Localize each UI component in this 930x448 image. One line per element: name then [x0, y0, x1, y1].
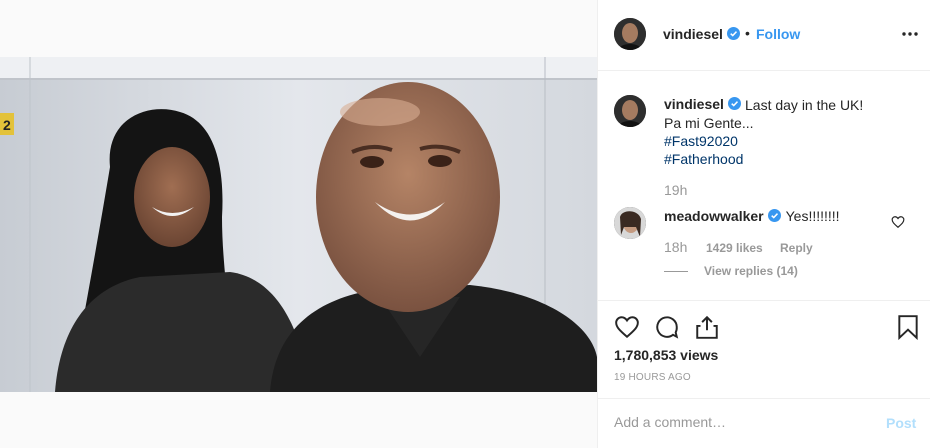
verified-badge-icon: [767, 209, 781, 222]
view-replies-button[interactable]: View replies (14): [704, 264, 798, 278]
commenter-username[interactable]: meadowwalker Yes!!!!!!!!: [664, 208, 840, 224]
comment-bubble-icon[interactable]: [654, 314, 680, 340]
follow-button[interactable]: Follow: [756, 26, 800, 42]
caption-line-2: Pa mi Gente...: [664, 115, 754, 131]
action-bar: 1,780,853 views 19 HOURS AGO: [598, 300, 930, 398]
comment-composer: Post: [598, 398, 930, 448]
caption-line-1: Last day in the UK!: [745, 97, 864, 113]
post-sidebar: vindiesel • Follow vindiesel Last day in…: [597, 0, 930, 448]
commenter-avatar[interactable]: [614, 207, 646, 239]
hashtag-fatherhood[interactable]: #Fatherhood: [664, 150, 743, 168]
caption-username-text[interactable]: vindiesel: [664, 96, 724, 112]
share-icon[interactable]: [694, 314, 720, 340]
media-area: 2: [0, 0, 597, 448]
post-age[interactable]: 19 HOURS AGO: [614, 372, 691, 383]
reply-button[interactable]: Reply: [780, 241, 813, 255]
verified-badge-icon: [726, 27, 740, 40]
replies-divider-line: [664, 271, 688, 272]
author-avatar-image: [614, 18, 646, 50]
post-header: vindiesel • Follow: [598, 0, 930, 71]
author-avatar[interactable]: [614, 18, 646, 50]
commenter-avatar-image: [614, 207, 646, 239]
post-video[interactable]: 2: [0, 57, 597, 392]
caption-timestamp[interactable]: 19h: [664, 182, 687, 198]
more-options-icon[interactable]: [900, 24, 920, 44]
background-sign-label: 2: [3, 117, 11, 133]
heart-icon[interactable]: [614, 314, 640, 340]
hashtag-fast92020[interactable]: #Fast92020: [664, 132, 738, 150]
commenter-username-text[interactable]: meadowwalker: [664, 208, 764, 224]
caption-author-avatar[interactable]: [614, 95, 646, 127]
verified-badge-icon: [727, 97, 741, 110]
comments-list: vindiesel Last day in the UK! Pa mi Gent…: [598, 71, 930, 300]
comment-text: Yes!!!!!!!!: [785, 208, 840, 224]
caption-username[interactable]: vindiesel: [664, 96, 741, 112]
comment-likes[interactable]: 1429 likes: [706, 241, 763, 255]
post-comment-button[interactable]: Post: [886, 415, 916, 431]
video-frame: 2: [0, 57, 597, 392]
view-count[interactable]: 1,780,853 views: [614, 347, 718, 363]
comment-input[interactable]: [614, 411, 864, 433]
bookmark-icon[interactable]: [895, 314, 921, 340]
comment-timestamp[interactable]: 18h: [664, 239, 687, 255]
separator-dot: •: [745, 25, 750, 41]
caption-avatar-image: [614, 95, 646, 127]
author-username-text[interactable]: vindiesel: [663, 26, 723, 42]
author-username[interactable]: vindiesel: [663, 26, 740, 42]
comment-like-heart-icon[interactable]: [891, 215, 905, 229]
